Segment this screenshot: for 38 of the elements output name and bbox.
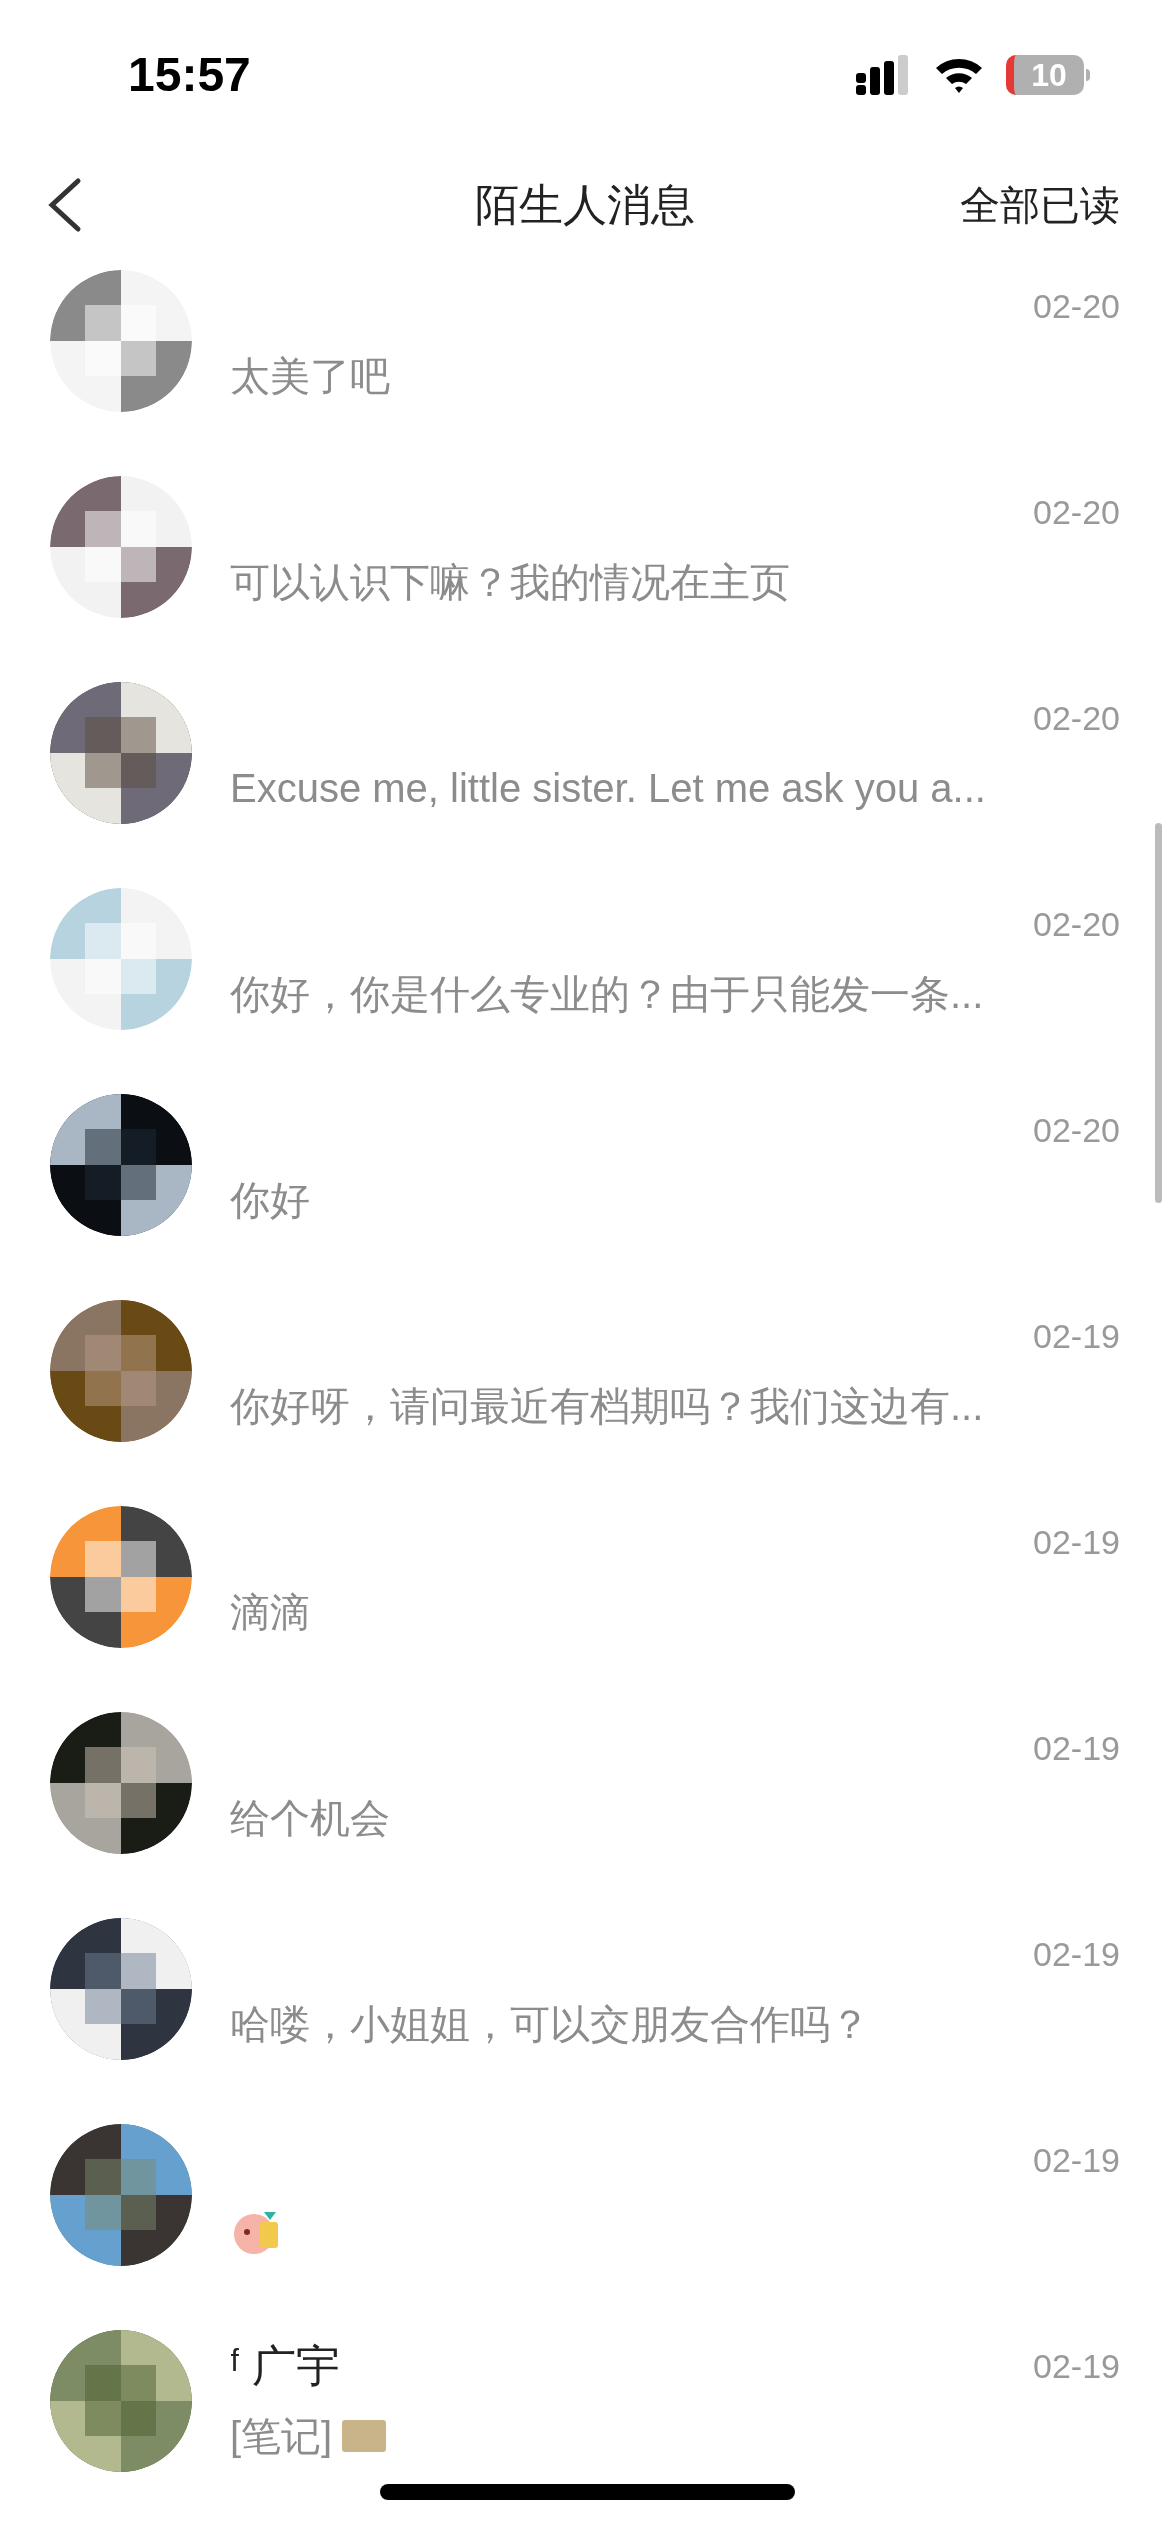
sender-name: ᶠ 广宇 xyxy=(230,2344,341,2388)
message-row[interactable]: 02-19 滴滴 xyxy=(0,1496,1170,1702)
message-preview: 太美了吧 xyxy=(230,356,390,396)
message-date: 02-19 xyxy=(1033,1937,1120,1971)
mark-all-read-button[interactable]: 全部已读 xyxy=(960,175,1120,235)
message-date: 02-19 xyxy=(1033,2143,1120,2177)
message-preview: 你好呀，请问最近有档期吗？我们这边有... xyxy=(230,1386,984,1426)
message-preview: [笔记] xyxy=(230,2416,333,2456)
message-row[interactable]: 02-19 给个机会 xyxy=(0,1702,1170,1908)
battery-level: 10 xyxy=(1031,59,1067,91)
message-preview: 可以认识下嘛？我的情况在主页 xyxy=(230,562,790,602)
message-preview: 你好 xyxy=(230,1180,310,1220)
message-preview: 你好，你是什么专业的？由于只能发一条... xyxy=(230,974,984,1014)
message-row[interactable]: 02-20 太美了吧 xyxy=(0,260,1170,466)
page-title: 陌生人消息 xyxy=(475,179,695,231)
message-date: 02-20 xyxy=(1033,701,1120,735)
message-preview: 给个机会 xyxy=(230,1798,390,1838)
message-date: 02-20 xyxy=(1033,1113,1120,1147)
message-row[interactable]: ᶠ 广宇 02-19 [笔记] xyxy=(0,2320,1170,2526)
message-row[interactable]: 02-19 xyxy=(0,2114,1170,2320)
message-preview: 哈喽，小姐姐，可以交朋友合作吗？ xyxy=(230,2004,870,2044)
wifi-icon xyxy=(934,56,984,94)
message-date: 02-19 xyxy=(1033,2349,1120,2383)
message-date: 02-20 xyxy=(1033,907,1120,941)
message-row[interactable]: 02-20 可以认识下嘛？我的情况在主页 xyxy=(0,466,1170,672)
message-date: 02-19 xyxy=(1033,1319,1120,1353)
message-row[interactable]: 02-20 Excuse me, little sister. Let me ask you a... xyxy=(0,672,1170,878)
message-row[interactable]: 02-19 哈喽，小姐姐，可以交朋友合作吗？ xyxy=(0,1908,1170,2114)
message-preview: 滴滴 xyxy=(230,1592,310,1632)
message-row[interactable]: 02-20 你好 xyxy=(0,1084,1170,1290)
message-date: 02-20 xyxy=(1033,289,1120,323)
status-time: 15:57 xyxy=(128,47,251,103)
message-date: 02-19 xyxy=(1033,1525,1120,1559)
message-row[interactable]: 02-20 你好，你是什么专业的？由于只能发一条... xyxy=(0,878,1170,1084)
message-row[interactable]: 02-19 你好呀，请问最近有档期吗？我们这边有... xyxy=(0,1290,1170,1496)
message-date: 02-19 xyxy=(1033,1731,1120,1765)
message-date: 02-20 xyxy=(1033,495,1120,529)
message-preview: Excuse me, little sister. Let me ask you a... xyxy=(230,768,986,808)
